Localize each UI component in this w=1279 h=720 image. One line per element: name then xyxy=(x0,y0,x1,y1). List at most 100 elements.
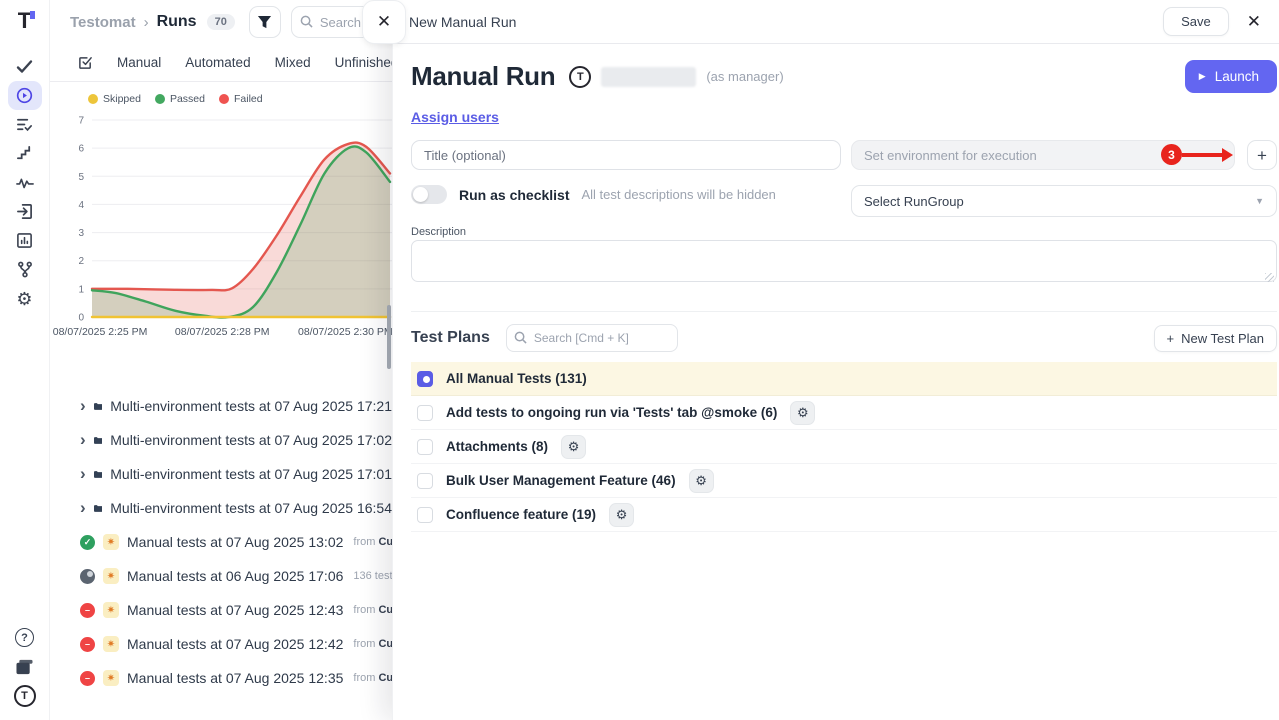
status-in-progress-icon xyxy=(80,569,95,584)
chevron-right-icon[interactable]: › xyxy=(80,399,86,413)
checkbox[interactable] xyxy=(417,439,433,455)
run-title[interactable]: Multi-environment tests at 07 Aug 2025 1… xyxy=(110,466,392,482)
avatar: T xyxy=(569,66,591,88)
run-folder-row[interactable]: › Multi-environment tests at 07 Aug 2025… xyxy=(50,491,392,525)
account-badge-icon[interactable]: T xyxy=(8,681,42,710)
runs-search: ✕ xyxy=(291,6,392,38)
chevron-right-icon[interactable]: › xyxy=(80,501,86,515)
help-icon[interactable]: ? xyxy=(8,623,42,652)
test-plan-row-all-manual[interactable]: All Manual Tests (131) xyxy=(411,362,1277,396)
svg-text:08/07/2025 2:25 PM: 08/07/2025 2:25 PM xyxy=(53,326,148,338)
analytics-chart-icon[interactable] xyxy=(8,226,42,255)
drawer-title: New Manual Run xyxy=(409,14,516,30)
checkbox[interactable] xyxy=(417,405,433,421)
run-row[interactable]: ✓ ✷ Manual tests at 07 Aug 2025 13:02 fr… xyxy=(50,525,392,559)
tab-mixed[interactable]: Mixed xyxy=(275,55,311,70)
test-plans-header: Test Plans + New Test Plan xyxy=(411,324,1277,352)
run-title[interactable]: Multi-environment tests at 07 Aug 2025 1… xyxy=(110,398,392,414)
test-plan-row[interactable]: Bulk User Management Feature (46) ⚙ xyxy=(411,464,1277,498)
run-title[interactable]: Manual tests at 07 Aug 2025 13:02 xyxy=(127,534,343,550)
breadcrumb-page[interactable]: Runs xyxy=(157,13,197,31)
manual-run-icon: ✷ xyxy=(103,568,119,584)
close-icon[interactable]: ✕ xyxy=(1243,10,1265,34)
gear-icon[interactable]: ⚙ xyxy=(609,503,634,527)
run-row[interactable]: ✷ Manual tests at 06 Aug 2025 17:06 136 … xyxy=(50,559,392,593)
launch-button[interactable]: ▶ Launch xyxy=(1185,60,1277,93)
test-plans-icon[interactable] xyxy=(8,110,42,139)
svg-text:08/07/2025 2:28 PM: 08/07/2025 2:28 PM xyxy=(175,326,270,338)
rungroup-select[interactable]: Select RunGroup ▼ xyxy=(851,185,1277,217)
test-plan-row[interactable]: Attachments (8) ⚙ xyxy=(411,430,1277,464)
resize-handle[interactable] xyxy=(1265,273,1274,282)
svg-text:7: 7 xyxy=(78,116,84,127)
tab-unfinished[interactable]: Unfinished xyxy=(335,55,399,70)
tab-manual[interactable]: Manual xyxy=(117,55,161,70)
app-logo-icon[interactable]: T xyxy=(18,8,31,34)
add-environment-button[interactable]: + xyxy=(1247,140,1277,170)
import-icon[interactable] xyxy=(8,197,42,226)
save-button[interactable]: Save xyxy=(1163,7,1229,36)
svg-text:4: 4 xyxy=(78,200,84,211)
runs-play-icon[interactable] xyxy=(8,81,42,110)
checkbox[interactable] xyxy=(417,507,433,523)
runs-list: › Multi-environment tests at 07 Aug 2025… xyxy=(50,389,392,695)
test-plan-label[interactable]: All Manual Tests (131) xyxy=(446,371,587,386)
close-search-button[interactable]: ✕ xyxy=(362,0,406,44)
milestones-stairs-icon[interactable] xyxy=(8,139,42,168)
new-test-plan-button[interactable]: + New Test Plan xyxy=(1154,325,1277,352)
description-textarea[interactable] xyxy=(411,240,1277,282)
checkbox[interactable] xyxy=(417,473,433,489)
branch-icon[interactable] xyxy=(8,255,42,284)
run-title[interactable]: Manual tests at 06 Aug 2025 17:06 xyxy=(127,568,343,584)
title-input[interactable] xyxy=(411,140,841,170)
run-title[interactable]: Multi-environment tests at 07 Aug 2025 1… xyxy=(110,500,392,516)
svg-text:2: 2 xyxy=(78,256,84,267)
panel-scrollbar[interactable] xyxy=(387,305,391,369)
chart-legend: Skipped Passed Failed xyxy=(50,93,392,105)
test-plan-label[interactable]: Add tests to ongoing run via 'Tests' tab… xyxy=(446,405,777,420)
run-folder-row[interactable]: › Multi-environment tests at 07 Aug 2025… xyxy=(50,423,392,457)
legend-skipped: Skipped xyxy=(88,93,141,105)
run-folder-row[interactable]: › Multi-environment tests at 07 Aug 2025… xyxy=(50,457,392,491)
gear-icon[interactable]: ⚙ xyxy=(561,435,586,459)
assign-users-link[interactable]: Assign users xyxy=(411,109,499,125)
run-title[interactable]: Multi-environment tests at 07 Aug 2025 1… xyxy=(110,432,392,448)
test-plans-list: All Manual Tests (131) Add tests to ongo… xyxy=(411,362,1277,532)
run-row[interactable]: – ✷ Manual tests at 07 Aug 2025 12:43 fr… xyxy=(50,593,392,627)
settings-gear-icon[interactable]: ⚙ xyxy=(8,284,42,313)
svg-text:3: 3 xyxy=(78,228,84,239)
test-plan-label[interactable]: Attachments (8) xyxy=(446,439,548,454)
tab-automated[interactable]: Automated xyxy=(185,55,250,70)
chevron-right-icon[interactable]: › xyxy=(80,467,86,481)
chevron-right-icon[interactable]: › xyxy=(80,433,86,447)
filter-button[interactable] xyxy=(249,6,281,38)
test-plan-label[interactable]: Bulk User Management Feature (46) xyxy=(446,473,676,488)
run-as-checklist-toggle[interactable] xyxy=(411,185,447,204)
folder-icon xyxy=(94,468,103,481)
run-folder-row[interactable]: › Multi-environment tests at 07 Aug 2025… xyxy=(50,389,392,423)
run-row[interactable]: – ✷ Manual tests at 07 Aug 2025 12:42 fr… xyxy=(50,627,392,661)
manual-run-icon: ✷ xyxy=(103,534,119,550)
run-title[interactable]: Manual tests at 07 Aug 2025 12:43 xyxy=(127,602,343,618)
breadcrumb-app[interactable]: Testomat xyxy=(70,14,136,31)
checklist-toggle-group: Run as checklist All test descriptions w… xyxy=(411,185,841,204)
projects-stack-icon[interactable] xyxy=(8,652,42,681)
run-type-tabs: Manual Automated Mixed Unfinished xyxy=(50,44,392,82)
run-row[interactable]: – ✷ Manual tests at 07 Aug 2025 12:35 fr… xyxy=(50,661,392,695)
new-manual-run-drawer: New Manual Run Save ✕ Manual Run T (as m… xyxy=(392,0,1279,720)
page-title: Manual Run xyxy=(411,61,555,92)
select-all-icon[interactable] xyxy=(78,48,93,77)
gear-icon[interactable]: ⚙ xyxy=(790,401,815,425)
test-plans-search-input[interactable] xyxy=(506,324,678,352)
test-plan-label[interactable]: Confluence feature (19) xyxy=(446,507,596,522)
pulse-activity-icon[interactable] xyxy=(8,168,42,197)
play-icon: ▶ xyxy=(1199,71,1206,82)
run-title[interactable]: Manual tests at 07 Aug 2025 12:35 xyxy=(127,670,343,686)
tests-check-icon[interactable] xyxy=(8,52,42,81)
plus-icon: + xyxy=(1167,331,1175,346)
test-plan-row[interactable]: Add tests to ongoing run via 'Tests' tab… xyxy=(411,396,1277,430)
gear-icon[interactable]: ⚙ xyxy=(689,469,714,493)
run-title[interactable]: Manual tests at 07 Aug 2025 12:42 xyxy=(127,636,343,652)
test-plan-row[interactable]: Confluence feature (19) ⚙ xyxy=(411,498,1277,532)
checkbox-checked[interactable] xyxy=(417,371,433,387)
